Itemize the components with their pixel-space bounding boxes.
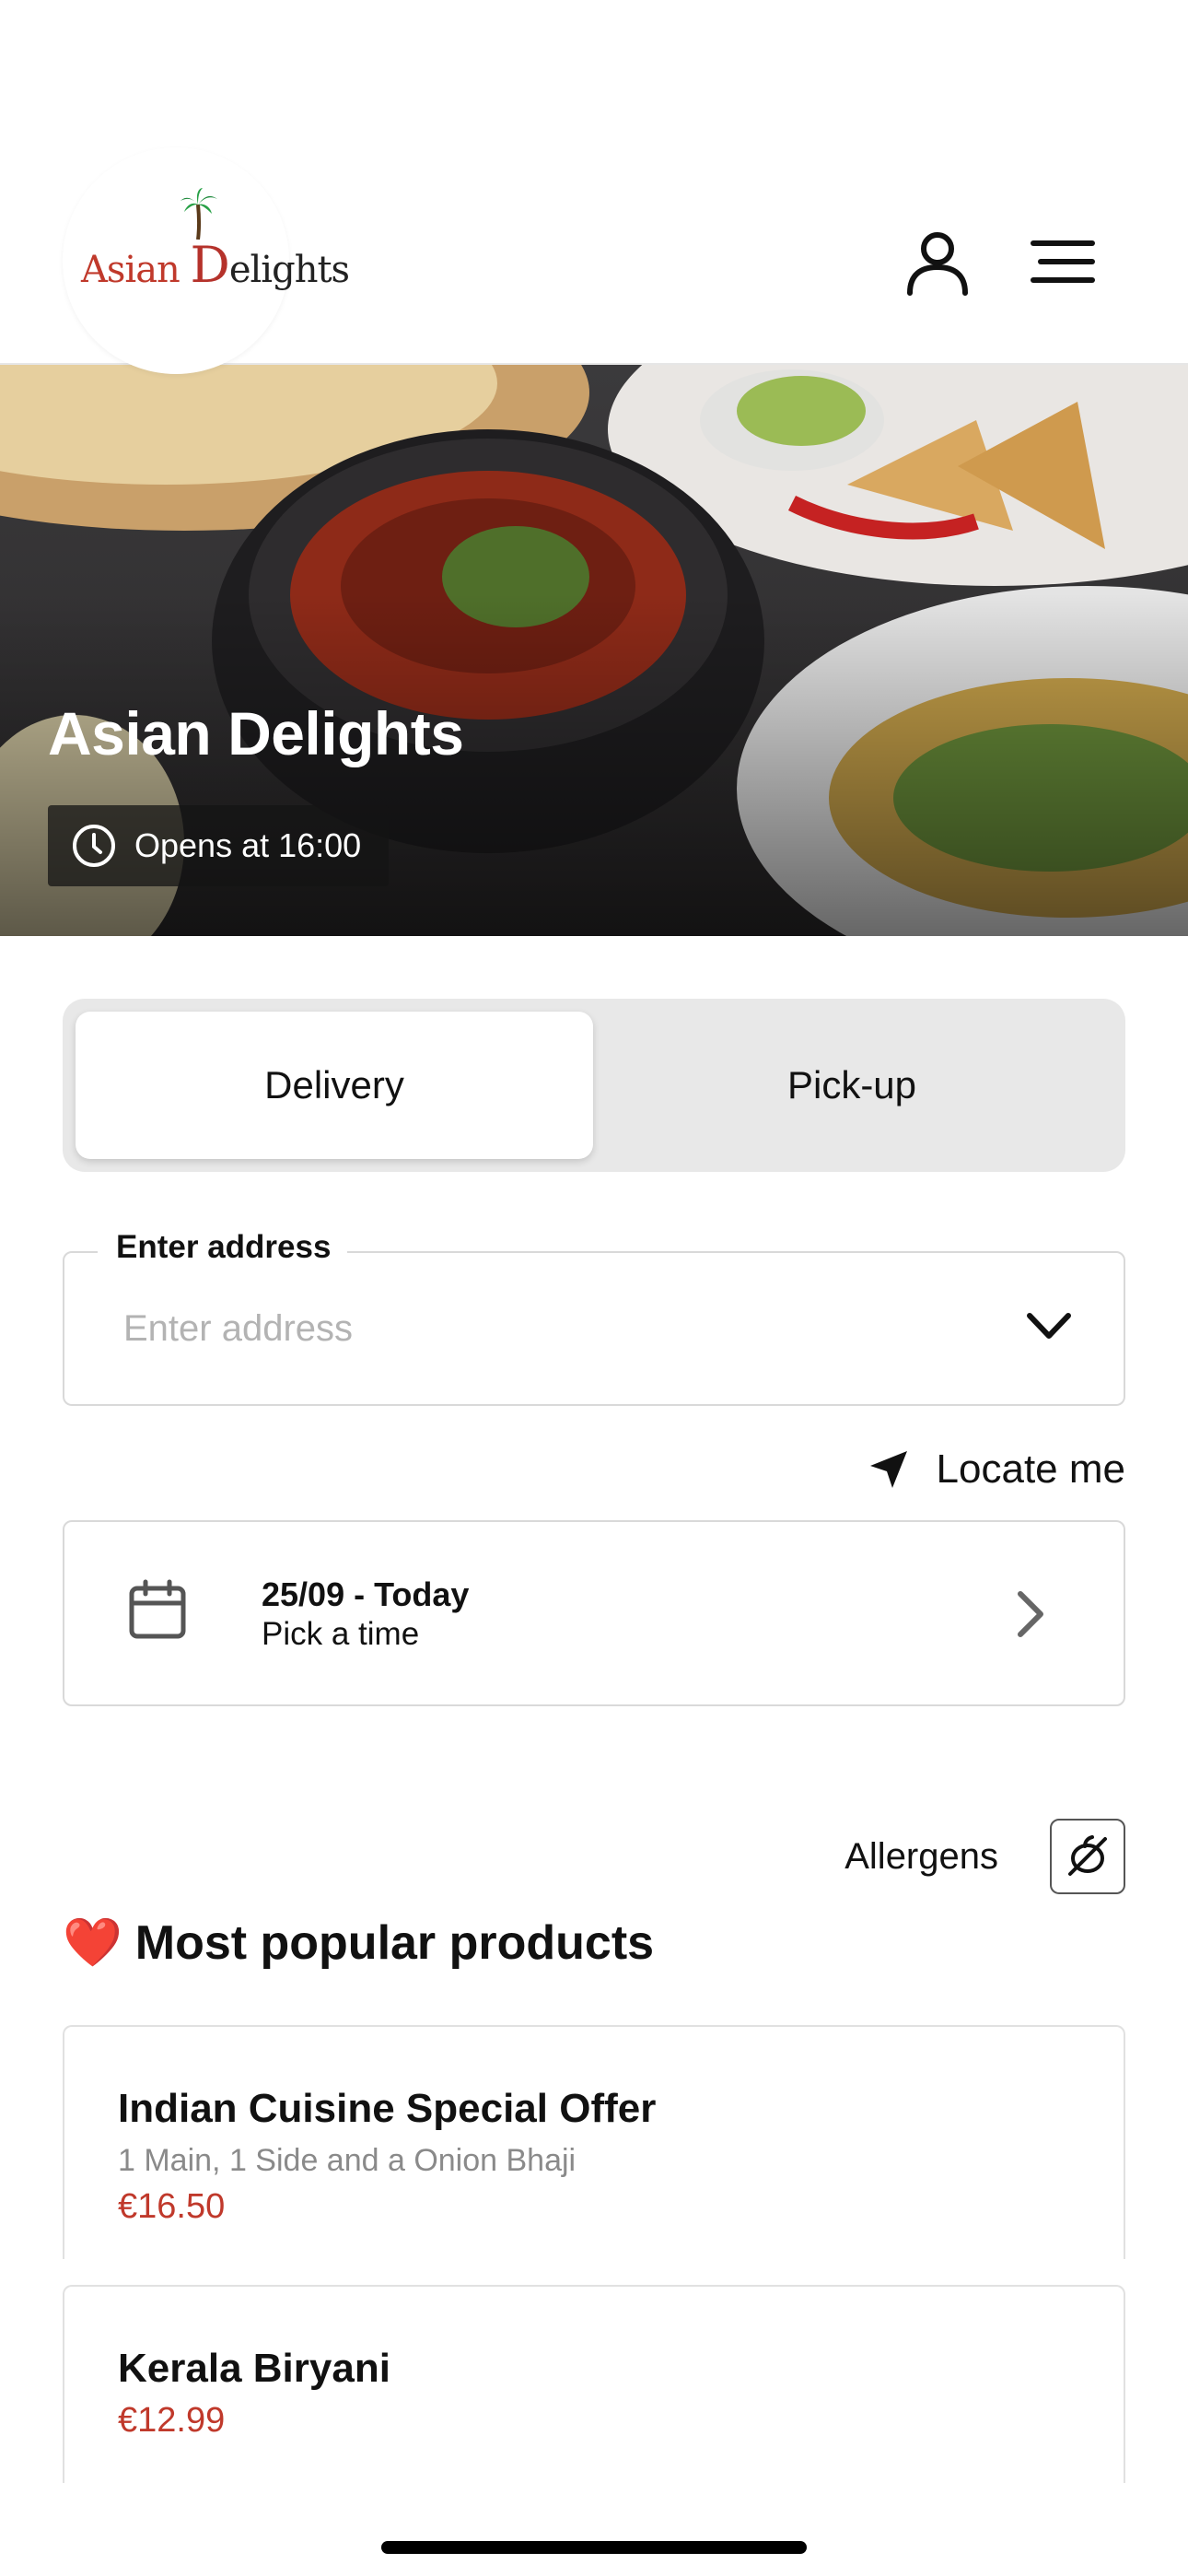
clock-icon — [73, 825, 115, 867]
app-header: Asian Delights — [0, 0, 1188, 374]
calendar-icon — [129, 1579, 186, 1639]
chevron-down-icon[interactable] — [1024, 1301, 1074, 1351]
tab-delivery[interactable]: Delivery — [76, 1012, 593, 1159]
user-icon[interactable] — [903, 227, 973, 297]
address-field[interactable]: Enter address — [63, 1229, 1125, 1406]
logo-text-d: D — [190, 236, 230, 294]
tab-pickup[interactable]: Pick-up — [593, 1012, 1111, 1159]
allergens-label: Allergens — [844, 1835, 998, 1877]
product-card[interactable]: Indian Cuisine Special Offer 1 Main, 1 S… — [63, 2025, 1125, 2259]
palm-tree-icon — [181, 188, 217, 240]
allergens-filter: Allergens — [844, 1819, 1125, 1894]
product-price: €16.50 — [118, 2187, 226, 2226]
schedule-picker[interactable]: 25/09 - Today Pick a time — [63, 1520, 1125, 1706]
locate-me-label: Locate me — [936, 1446, 1125, 1492]
schedule-time-prompt: Pick a time — [262, 1616, 420, 1652]
restaurant-name: Asian Delights — [48, 699, 464, 767]
hero-banner: Asian Delights Opens at 16:00 — [0, 365, 1188, 936]
location-arrow-icon — [869, 1451, 907, 1488]
schedule-date: 25/09 - Today — [262, 1575, 470, 1613]
product-price: €12.99 — [118, 2401, 226, 2440]
logo-text-rest: elights — [228, 249, 350, 291]
opening-hours-badge: Opens at 16:00 — [48, 805, 390, 886]
locate-me-button[interactable]: Locate me — [868, 1446, 1125, 1493]
menu-icon[interactable] — [1030, 227, 1100, 297]
logo: Asian Delights — [81, 236, 350, 294]
address-input[interactable] — [123, 1308, 934, 1350]
section-title-text: Most popular products — [134, 1915, 655, 1970]
opening-hours-text: Opens at 16:00 — [134, 826, 362, 864]
allergen-icon — [1068, 1835, 1107, 1876]
home-indicator[interactable] — [381, 2541, 807, 2554]
product-name: Kerala Biryani — [118, 2346, 390, 2391]
product-description: 1 Main, 1 Side and a Onion Bhaji — [118, 2143, 577, 2178]
chevron-right-icon — [1018, 1591, 1043, 1637]
product-name: Indian Cuisine Special Offer — [118, 2086, 657, 2131]
heart-icon: ❤️ — [63, 1916, 122, 1970]
logo-text-a: Asian — [81, 249, 191, 291]
order-mode-toggle: Delivery Pick-up — [63, 999, 1125, 1172]
product-card[interactable]: Kerala Biryani €12.99 — [63, 2285, 1125, 2483]
address-field-label: Enter address — [98, 1229, 348, 1266]
section-title-popular: ❤️ Most popular products — [63, 1914, 654, 1971]
allergens-button[interactable] — [1050, 1819, 1125, 1894]
